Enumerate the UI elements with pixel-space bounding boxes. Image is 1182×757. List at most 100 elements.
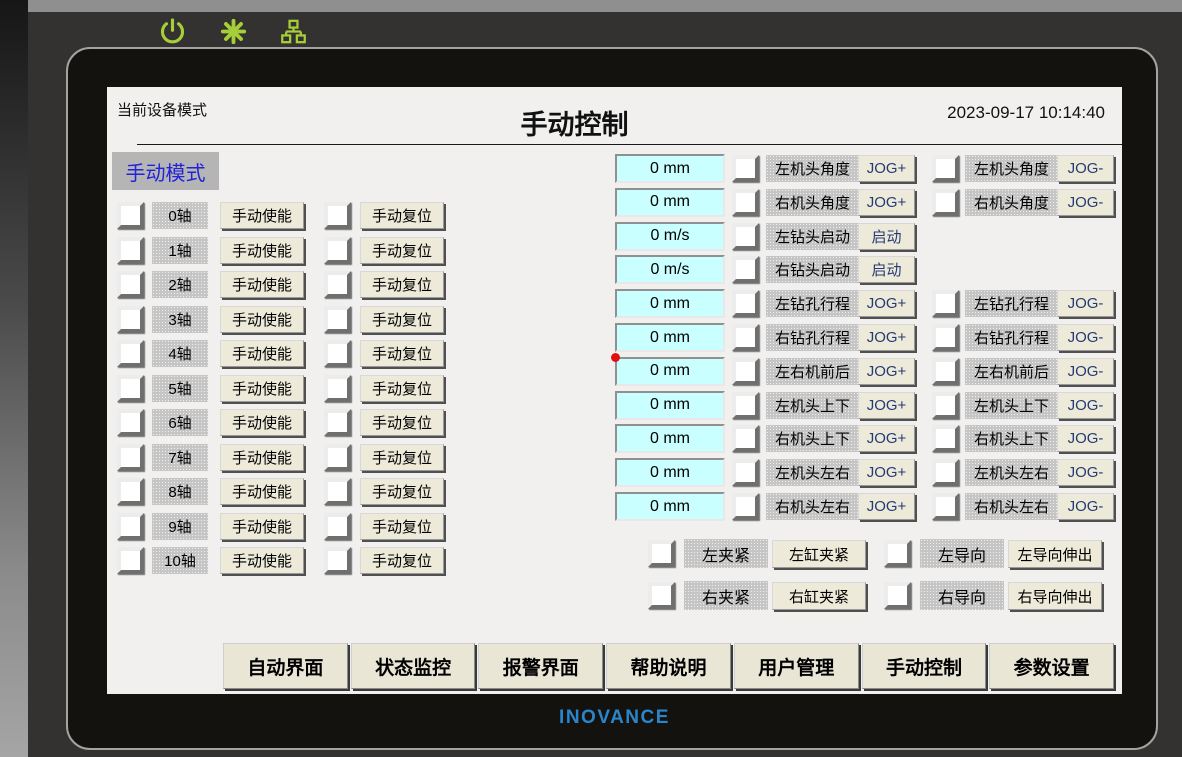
- jog-minus-label: 右钻孔行程: [965, 324, 1058, 351]
- jog-label: 左钻孔行程: [766, 290, 859, 317]
- jog-row: 0 m/s 左钻头启动启动: [107, 222, 1122, 251]
- jog-label: 右钻孔行程: [766, 324, 859, 351]
- nav-bar: 自动界面状态监控报警界面帮助说明用户管理手动控制参数设置: [223, 643, 1114, 689]
- asterisk-icon: [220, 18, 247, 45]
- jog-minus-checkbox[interactable]: [932, 425, 959, 452]
- jog-label: 左钻头启动: [766, 223, 859, 250]
- jog-row: 0 mm左钻孔行程JOG+左钻孔行程JOG-: [107, 289, 1122, 318]
- jog-minus-checkbox[interactable]: [932, 155, 959, 182]
- jog-value-field[interactable]: 0 mm: [615, 289, 725, 318]
- jog-minus-checkbox[interactable]: [932, 290, 959, 317]
- jog-plus-button[interactable]: JOG+: [858, 459, 915, 486]
- jog-plus-button[interactable]: JOG+: [858, 189, 915, 216]
- jog-value-field[interactable]: 0 m/s: [615, 255, 725, 284]
- jog-label: 右机头上下: [766, 425, 859, 452]
- jog-plus-button[interactable]: 启动: [858, 223, 915, 250]
- jog-value-field[interactable]: 0 mm: [615, 424, 725, 453]
- jog-minus-label: 左机头上下: [965, 392, 1058, 419]
- jog-value-field[interactable]: 0 mm: [615, 458, 725, 487]
- jog-plus-checkbox[interactable]: [732, 290, 759, 317]
- page-title: 手动控制: [137, 103, 1012, 142]
- jog-plus-checkbox[interactable]: [732, 493, 759, 520]
- jog-plus-button[interactable]: JOG+: [858, 155, 915, 182]
- jog-plus-checkbox[interactable]: [732, 425, 759, 452]
- nav-button-5[interactable]: 用户管理: [734, 643, 859, 689]
- jog-plus-button[interactable]: 启动: [858, 256, 915, 283]
- jog-minus-label: 右机头角度: [965, 189, 1058, 216]
- jog-minus-checkbox[interactable]: [932, 189, 959, 216]
- guide-checkbox[interactable]: [884, 582, 911, 609]
- jog-plus-button[interactable]: JOG+: [858, 392, 915, 419]
- guide-checkbox[interactable]: [884, 540, 911, 567]
- jog-row: 0 mm右机头上下JOG+右机头上下JOG-: [107, 424, 1122, 453]
- guide-label: 左导向: [920, 539, 1004, 568]
- jog-plus-checkbox[interactable]: [732, 155, 759, 182]
- jog-value-field[interactable]: 0 mm: [615, 188, 725, 217]
- jog-minus-checkbox[interactable]: [932, 358, 959, 385]
- nav-button-3[interactable]: 报警界面: [478, 643, 603, 689]
- jog-plus-checkbox[interactable]: [732, 324, 759, 351]
- jog-value-field[interactable]: 0 mm: [615, 391, 725, 420]
- jog-value-field[interactable]: 0 mm: [615, 492, 725, 521]
- jog-minus-button[interactable]: JOG-: [1057, 392, 1114, 419]
- guide-extend-button[interactable]: 左导向伸出: [1008, 540, 1102, 568]
- jog-plus-checkbox[interactable]: [732, 189, 759, 216]
- device-status-bar: [158, 17, 307, 46]
- jog-plus-button[interactable]: JOG+: [858, 493, 915, 520]
- jog-value-field[interactable]: 0 mm: [615, 323, 725, 352]
- jog-plus-checkbox[interactable]: [732, 223, 759, 250]
- jog-plus-checkbox[interactable]: [732, 459, 759, 486]
- nav-button-4[interactable]: 帮助说明: [606, 643, 731, 689]
- bezel-top-strip: [28, 0, 1182, 12]
- jog-plus-button[interactable]: JOG+: [858, 358, 915, 385]
- jog-minus-button[interactable]: JOG-: [1057, 358, 1114, 385]
- nav-button-7[interactable]: 参数设置: [989, 643, 1114, 689]
- jog-minus-button[interactable]: JOG-: [1057, 459, 1114, 486]
- cylinder-clamp-button[interactable]: 左缸夹紧: [772, 540, 866, 568]
- jog-value-field[interactable]: 0 mm: [615, 154, 725, 183]
- jog-plus-button[interactable]: JOG+: [858, 290, 915, 317]
- jog-minus-button[interactable]: JOG-: [1057, 189, 1114, 216]
- jog-label: 左右机前后: [766, 358, 859, 385]
- jog-minus-checkbox[interactable]: [932, 493, 959, 520]
- jog-minus-button[interactable]: JOG-: [1057, 155, 1114, 182]
- clamp-label: 右夹紧: [684, 581, 768, 610]
- jog-plus-checkbox[interactable]: [732, 256, 759, 283]
- power-icon: [158, 17, 187, 46]
- nav-button-6[interactable]: 手动控制: [862, 643, 987, 689]
- jog-minus-label: 左机头左右: [965, 459, 1058, 486]
- jog-label: 右钻头启动: [766, 256, 859, 283]
- nav-button-1[interactable]: 自动界面: [223, 643, 348, 689]
- guide-extend-button[interactable]: 右导向伸出: [1008, 582, 1102, 610]
- cylinder-clamp-button[interactable]: 右缸夹紧: [772, 582, 866, 610]
- jog-minus-button[interactable]: JOG-: [1057, 425, 1114, 452]
- jog-value-field[interactable]: 0 mm: [615, 357, 725, 386]
- jog-row: 0 mm左机头左右JOG+左机头左右JOG-: [107, 458, 1122, 487]
- jog-minus-checkbox[interactable]: [932, 324, 959, 351]
- jog-plus-checkbox[interactable]: [732, 358, 759, 385]
- jog-minus-checkbox[interactable]: [932, 459, 959, 486]
- jog-value-field[interactable]: 0 m/s: [615, 222, 725, 251]
- display-area: 当前设备模式 手动控制 2023-09-17 10:14:40 手动模式 0轴手…: [107, 87, 1122, 694]
- jog-minus-button[interactable]: JOG-: [1057, 290, 1114, 317]
- jog-row: 0 mm左机头上下JOG+左机头上下JOG-: [107, 391, 1122, 420]
- panel-edge: [0, 0, 28, 757]
- jog-minus-label: 左机头角度: [965, 155, 1058, 182]
- jog-minus-label: 左右机前后: [965, 358, 1058, 385]
- clamp-checkbox[interactable]: [648, 582, 675, 609]
- lan-icon: [280, 18, 307, 45]
- jog-plus-button[interactable]: JOG+: [858, 324, 915, 351]
- brand-logo: INOVANCE: [107, 707, 1122, 729]
- timestamp: 2023-09-17 10:14:40: [947, 103, 1105, 123]
- clamp-label: 左夹紧: [684, 539, 768, 568]
- jog-row: 0 m/s 右钻头启动启动: [107, 255, 1122, 284]
- jog-minus-button[interactable]: JOG-: [1057, 493, 1114, 520]
- nav-button-2[interactable]: 状态监控: [351, 643, 476, 689]
- jog-plus-button[interactable]: JOG+: [858, 425, 915, 452]
- jog-row: 0 mm右机头角度JOG+右机头角度JOG-: [107, 188, 1122, 217]
- jog-label: 左机头左右: [766, 459, 859, 486]
- jog-minus-button[interactable]: JOG-: [1057, 324, 1114, 351]
- jog-minus-checkbox[interactable]: [932, 392, 959, 419]
- jog-plus-checkbox[interactable]: [732, 392, 759, 419]
- clamp-checkbox[interactable]: [648, 540, 675, 567]
